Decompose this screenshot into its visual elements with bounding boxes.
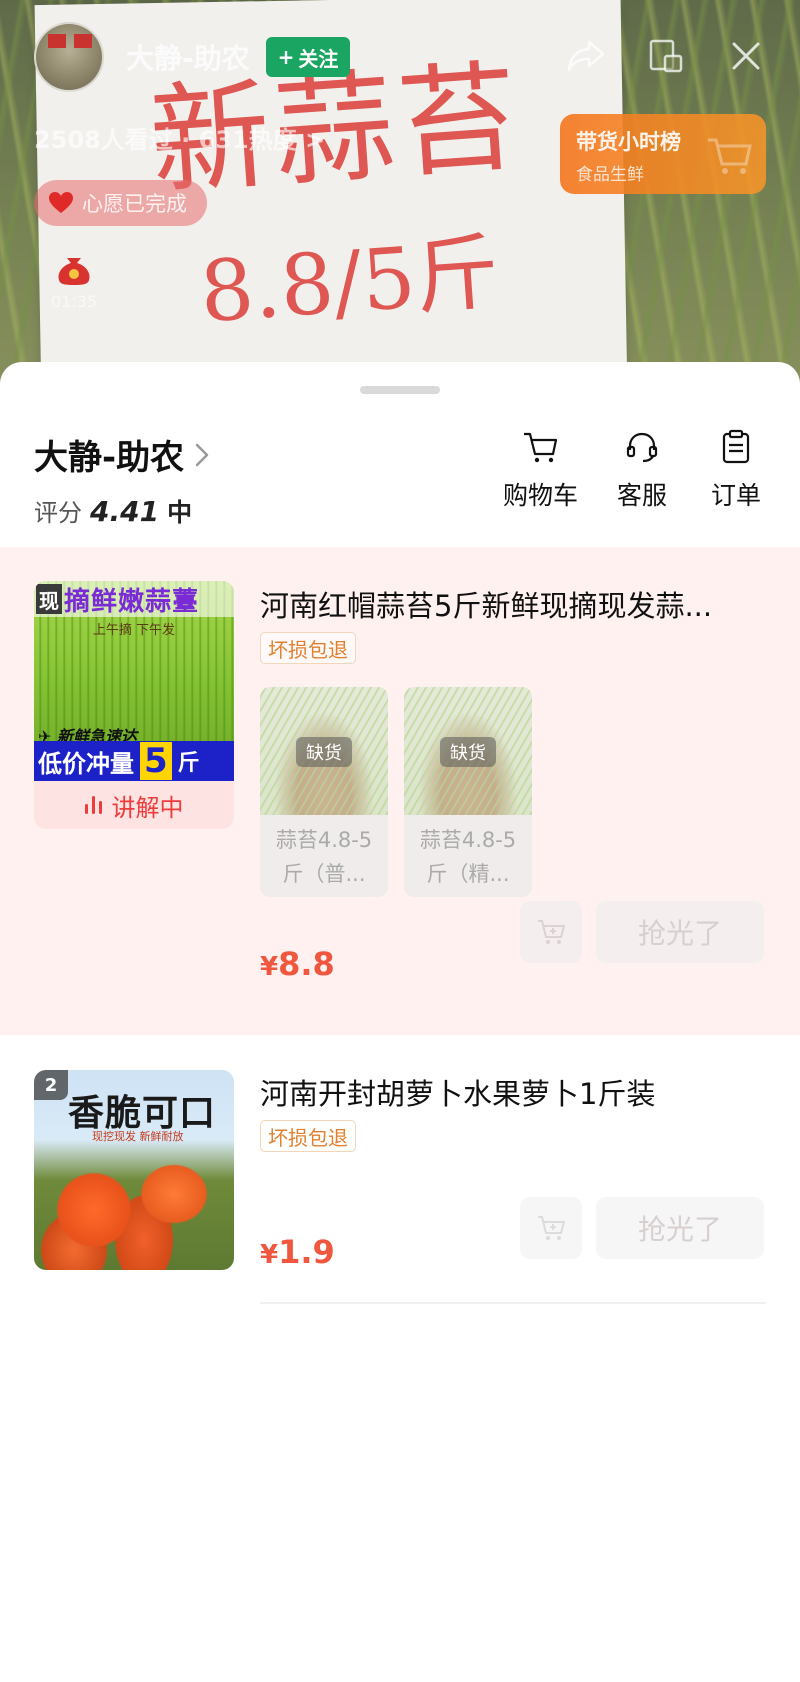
streamer-name[interactable]: 大静-助农 — [126, 37, 250, 77]
heart-icon — [49, 192, 73, 213]
thumb-title: 摘鲜嫩蒜薹 — [64, 586, 200, 617]
currency-symbol: ¥ — [260, 1240, 279, 1270]
thumb-band: 低价冲量 5 斤 — [34, 741, 234, 781]
sku-option[interactable]: 缺货 蒜苔4.8-5斤（精... — [404, 687, 532, 897]
hourly-rank-badge[interactable]: 带货小时榜 食品生鲜 — [560, 114, 766, 194]
product-index-badge: 2 — [34, 1070, 68, 1100]
shop-name: 大静-助农 — [34, 438, 185, 478]
headset-icon — [626, 432, 658, 463]
customer-service-button[interactable]: 客服 — [612, 428, 672, 512]
live-stream-background: 新蒜苔 8.8/5斤 大静-助农 + 关注 2508人看过 · 631热度 > … — [0, 0, 800, 400]
red-packet[interactable]: 01:35 — [46, 252, 102, 311]
rating-level: 中 — [167, 498, 193, 527]
shop-actions: 购物车 客服 订单 — [503, 428, 766, 512]
money-bag-icon — [58, 258, 90, 285]
orders-button[interactable]: 订单 — [706, 428, 766, 512]
thumb-corner-label: 现 — [36, 584, 62, 614]
out-of-stock-badge: 缺货 — [296, 737, 352, 767]
return-guarantee-tag: 坏损包退 — [260, 1120, 356, 1152]
add-cart-icon — [538, 920, 566, 944]
list-divider — [260, 1302, 766, 1304]
sku-name: 蒜苔4.8-5斤（普... — [275, 828, 373, 886]
screen-cast-icon[interactable] — [646, 36, 686, 76]
return-guarantee-tag: 坏损包退 — [260, 632, 356, 664]
cart-icon — [708, 138, 752, 174]
wish-label: 心愿已完成 — [82, 192, 187, 216]
follow-button[interactable]: + 关注 — [265, 37, 351, 77]
explaining-label: 讲解中 — [111, 793, 184, 822]
plus-icon: + — [277, 45, 295, 69]
product-image: 现 摘鲜嫩蒜薹 上午摘 下午发 ✈ 新鲜急速达 低价冲量 5 斤 — [34, 581, 234, 781]
rating-value: 4.41 — [90, 495, 160, 528]
sold-out-button[interactable]: 抢光了 — [596, 1197, 764, 1259]
product-price: ¥1.9 — [260, 1233, 335, 1271]
cart-label: 购物车 — [502, 481, 578, 510]
top-actions — [566, 36, 766, 76]
product-price: ¥8.8 — [260, 945, 335, 983]
cart-button[interactable]: 购物车 — [503, 428, 578, 512]
product-thumbnail[interactable]: 现 摘鲜嫩蒜薹 上午摘 下午发 ✈ 新鲜急速达 低价冲量 5 斤 讲解中 — [34, 581, 234, 829]
streamer-info: 大静-助农 + 关注 — [34, 22, 351, 92]
price-value: 8.8 — [278, 945, 335, 983]
price-value: 1.9 — [278, 1233, 335, 1271]
product-title[interactable]: 河南开封胡萝卜水果萝卜1斤装 — [260, 1071, 770, 1113]
product-title[interactable]: 河南红帽蒜苔5斤新鲜现摘现发蒜... — [260, 583, 770, 625]
close-icon[interactable] — [726, 36, 766, 76]
product-card[interactable]: 现 摘鲜嫩蒜薹 上午摘 下午发 ✈ 新鲜急速达 低价冲量 5 斤 讲解中 河南红… — [0, 547, 800, 1035]
sku-option[interactable]: 缺货 蒜苔4.8-5斤（普... — [260, 687, 388, 897]
out-of-stock-badge: 缺货 — [440, 737, 496, 767]
product-card[interactable]: 香脆可口 现挖现发 新鲜耐放 2 河南开封胡萝卜水果萝卜1斤装 坏损包退 ¥1.… — [0, 1035, 800, 1675]
shop-header: 大静-助农 评分 4.41 中 — [34, 430, 210, 529]
sold-out-button[interactable]: 抢光了 — [596, 901, 764, 963]
thumb-subtitle: 上午摘 下午发 — [92, 623, 176, 638]
customer-service-label: 客服 — [616, 481, 667, 510]
clipboard-icon — [722, 429, 750, 464]
currency-symbol: ¥ — [260, 952, 279, 982]
shop-rating: 评分 4.41 中 — [34, 493, 210, 529]
follow-label: 关注 — [298, 46, 339, 71]
sound-bars-icon — [84, 796, 102, 814]
cart-icon — [524, 432, 558, 463]
add-cart-icon — [538, 1216, 566, 1240]
red-packet-timer: 01:35 — [50, 292, 98, 311]
add-to-cart-button[interactable] — [520, 901, 582, 963]
sku-list: 缺货 蒜苔4.8-5斤（普... 缺货 蒜苔4.8-5斤（精... — [260, 687, 532, 897]
sheet-drag-handle[interactable] — [360, 386, 440, 394]
orders-label: 订单 — [710, 481, 761, 510]
add-to-cart-button[interactable] — [520, 1197, 582, 1259]
chevron-right-icon — [195, 443, 209, 466]
streamer-avatar[interactable] — [34, 22, 104, 92]
thumb-subtitle: 现挖现发 新鲜耐放 — [92, 1130, 184, 1143]
product-image: 香脆可口 现挖现发 新鲜耐放 2 — [34, 1070, 234, 1270]
sku-name: 蒜苔4.8-5斤（精... — [419, 828, 517, 886]
shop-name-link[interactable]: 大静-助农 — [34, 430, 210, 479]
shop-sheet: 大静-助农 评分 4.41 中 购物车 客服 订单 现 摘鲜嫩蒜薹 上午摘 下午… — [0, 362, 800, 1682]
wish-status[interactable]: 心愿已完成 — [34, 180, 207, 226]
viewer-count[interactable]: 2508人看过 · 631热度 > — [34, 120, 325, 155]
explaining-badge: 讲解中 — [34, 781, 234, 829]
share-icon[interactable] — [566, 36, 606, 76]
product-thumbnail[interactable]: 香脆可口 现挖现发 新鲜耐放 2 — [34, 1070, 234, 1270]
rating-label: 评分 — [34, 499, 82, 527]
